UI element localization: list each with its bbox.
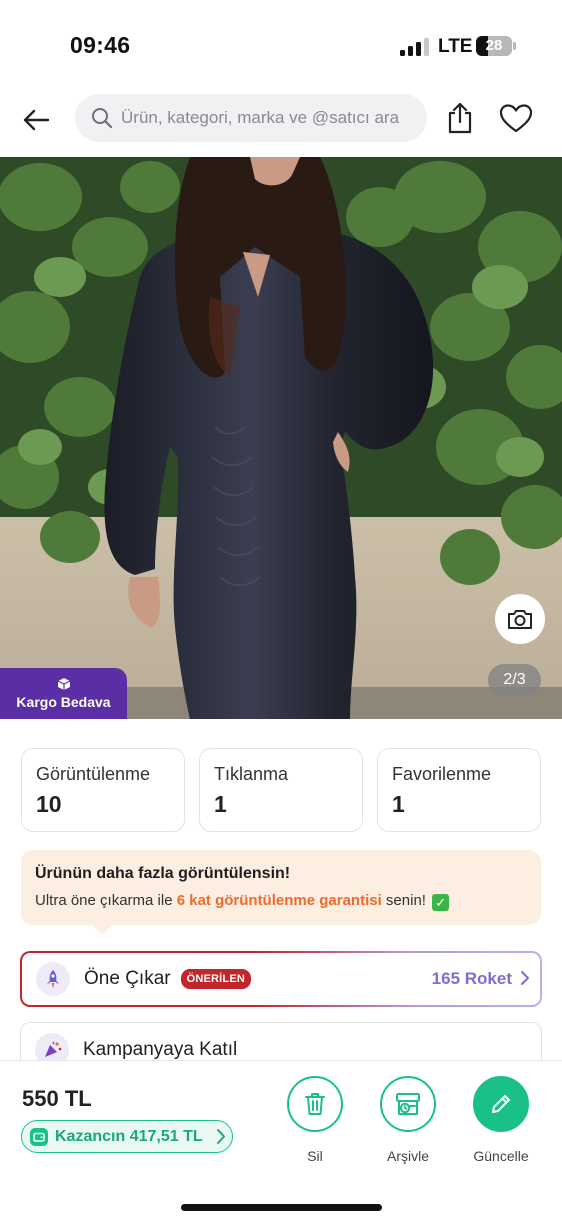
check-icon: ✓ (432, 894, 450, 911)
boost-button[interactable]: Öne Çıkar ÖNERİLEN 165 Roket (20, 951, 542, 1007)
free-shipping-label: Kargo Bedava (16, 694, 111, 710)
update-button[interactable] (473, 1076, 529, 1132)
cellular-signal-icon (400, 38, 430, 56)
delete-action[interactable]: Sil (275, 1076, 355, 1164)
boost-label: Öne Çıkar (84, 968, 171, 989)
network-type: LTE (438, 36, 473, 57)
share-button[interactable] (441, 98, 479, 138)
package-icon (57, 678, 70, 690)
stat-label: Favorilenme (392, 764, 492, 784)
arrow-left-icon (23, 109, 50, 131)
pencil-icon (492, 1095, 510, 1113)
top-nav (0, 88, 562, 154)
promo-highlight: 6 kat görüntülenme garantisi (176, 892, 382, 909)
image-page-indicator: 2/3 (488, 664, 541, 696)
promo-text: Ultra öne çıkarma ile 6 kat görüntülenme… (35, 892, 527, 911)
earnings-pill[interactable]: Kazancın 417,51 TL (21, 1120, 233, 1153)
promo-text-before: Ultra öne çıkarma ile (35, 892, 177, 909)
update-label: Güncelle (473, 1148, 529, 1164)
stat-card-clicks: Tıklanma 1 (199, 748, 363, 832)
promo-text-after: senin! (381, 892, 426, 909)
archive-label: Arşivle (386, 1148, 429, 1164)
search-bar[interactable] (75, 94, 427, 142)
promo-title: Ürünün daha fazla görüntülensin! (35, 865, 291, 882)
favorite-button[interactable] (496, 98, 536, 138)
wallet-icon (30, 1127, 48, 1146)
stat-label: Tıklanma (214, 764, 289, 784)
heart-icon (499, 104, 533, 133)
stat-label: Görüntülenme (36, 764, 151, 784)
archive-icon (396, 1093, 420, 1115)
camera-icon (508, 610, 532, 629)
recommended-badge: ÖNERİLEN (180, 969, 252, 989)
stat-value: 10 (36, 791, 62, 817)
stat-card-favorites: Favorilenme 1 (377, 748, 541, 832)
delete-button[interactable] (287, 1076, 343, 1132)
home-indicator (181, 1204, 382, 1211)
camera-button[interactable] (495, 594, 545, 644)
stat-value: 1 (392, 791, 405, 817)
free-shipping-badge: Kargo Bedava (0, 668, 127, 719)
update-action[interactable]: Güncelle (461, 1076, 541, 1164)
battery-icon: 28 (476, 36, 512, 56)
battery-level: 28 (485, 37, 503, 54)
chevron-right-icon (521, 971, 529, 985)
status-time: 09:46 (70, 32, 131, 58)
archive-action[interactable]: Arşivle (368, 1076, 448, 1164)
stat-value: 1 (214, 791, 227, 817)
bottom-action-bar: 550 TL Kazancın 417,51 TL Sil Arşivle Gü… (0, 1060, 562, 1221)
rocket-icon (36, 962, 70, 996)
earnings-label: Kazancın 417,51 TL (55, 1127, 203, 1145)
chevron-right-icon (217, 1129, 225, 1144)
status-bar: 09:46 LTE 28 (0, 0, 562, 88)
campaign-label: Kampanyaya Katıl (83, 1039, 238, 1060)
battery-tip (513, 42, 516, 50)
promo-pointer (92, 925, 112, 935)
search-icon (92, 108, 113, 129)
product-price: 550 TL (22, 1086, 92, 1111)
stat-card-views: Görüntülenme 10 (21, 748, 185, 832)
share-icon (448, 102, 472, 134)
archive-button[interactable] (380, 1076, 436, 1132)
delete-label: Sil (307, 1148, 323, 1164)
boost-price: 165 Roket (431, 969, 512, 988)
product-photo (0, 157, 562, 719)
promo-box: Ürünün daha fazla görüntülensin! Ultra ö… (21, 850, 541, 925)
back-button[interactable] (16, 100, 56, 140)
search-input[interactable] (121, 108, 421, 128)
product-image[interactable]: 2/3 Kargo Bedava (0, 157, 562, 719)
trash-icon (305, 1093, 325, 1115)
